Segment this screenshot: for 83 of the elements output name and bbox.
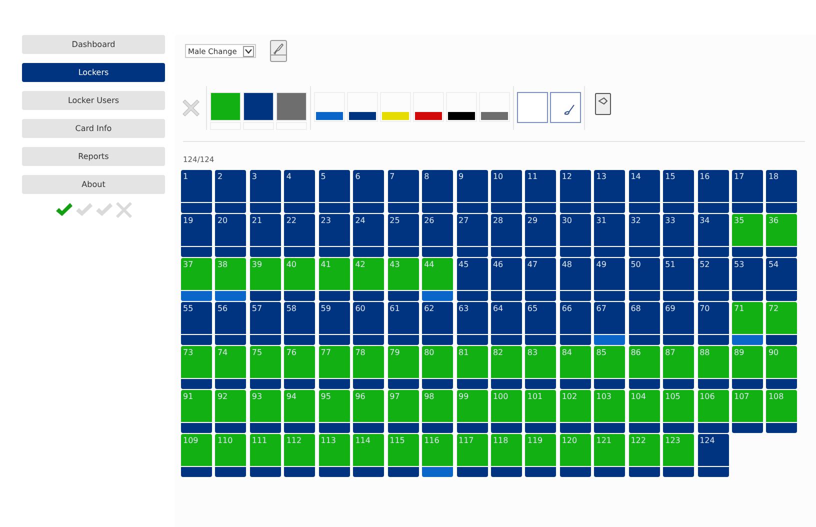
color-swatch[interactable]	[210, 92, 241, 122]
locker-tile[interactable]: 22	[284, 214, 316, 246]
color-swatch[interactable]	[243, 92, 274, 122]
locker-tile[interactable]: 11	[525, 170, 556, 202]
caret-icon	[244, 48, 252, 54]
undo-icon[interactable]	[595, 93, 611, 115]
nav-button[interactable]: Lockers	[22, 63, 165, 82]
tool-box[interactable]	[550, 92, 581, 123]
locker-tile[interactable]: 63	[456, 302, 488, 334]
locker-tile[interactable]: 47	[525, 258, 556, 290]
locker-tile[interactable]: 64	[490, 302, 522, 334]
locker-tile[interactable]: 19	[181, 214, 212, 246]
locker-tile[interactable]: 15	[663, 170, 694, 202]
nav-button[interactable]: Dashboard	[22, 35, 165, 54]
locker-tile[interactable]: 14	[628, 170, 660, 202]
locker-tile[interactable]: 62	[422, 302, 454, 334]
locker-tile[interactable]: 7	[388, 170, 419, 202]
locker-tile[interactable]: 18	[766, 170, 798, 202]
locker-tile[interactable]: 51	[663, 258, 694, 290]
locker-tile[interactable]: 33	[663, 214, 694, 246]
locker-tile[interactable]: 50	[628, 258, 660, 290]
locker-tile[interactable]: 69	[663, 302, 694, 334]
tool-box[interactable]	[517, 92, 548, 123]
locker-tile[interactable]: 49	[594, 258, 626, 290]
locker-tile[interactable]: 8	[422, 170, 454, 202]
color-swatch[interactable]	[448, 112, 475, 120]
nav-button[interactable]: Card Info	[22, 119, 165, 138]
close-icon[interactable]	[182, 99, 200, 117]
locker-tile[interactable]: 68	[628, 302, 660, 334]
locker-tile[interactable]: 9	[456, 170, 488, 202]
locker-tile[interactable]: 46	[490, 258, 522, 290]
locker-tile[interactable]: 55	[181, 302, 212, 334]
locker-tile[interactable]: 27	[456, 214, 488, 246]
locker-tile[interactable]: 31	[594, 214, 626, 246]
locker-tile[interactable]: 34	[698, 214, 729, 246]
locker-tile[interactable]: 25	[388, 214, 419, 246]
color-swatch[interactable]	[349, 112, 376, 120]
locker-tile[interactable]: 4	[284, 170, 316, 202]
locker-tile[interactable]: 45	[456, 258, 488, 290]
locker-tile[interactable]: 6	[353, 170, 384, 202]
locker-tile[interactable]: 26	[422, 214, 454, 246]
locker-tile[interactable]: 67	[594, 302, 626, 334]
nav-button[interactable]: About	[22, 175, 165, 194]
locker-tile[interactable]: 59	[318, 302, 350, 334]
locker-tile[interactable]: 70	[698, 302, 729, 334]
locker-tile[interactable]: 56	[215, 302, 246, 334]
locker-tile[interactable]: 60	[353, 302, 384, 334]
locker-tile[interactable]: 124	[698, 434, 729, 466]
locker-tile[interactable]: 48	[560, 258, 591, 290]
locker-tile[interactable]: 32	[628, 214, 660, 246]
color-swatch[interactable]	[316, 112, 343, 120]
locker-tile[interactable]: 61	[388, 302, 419, 334]
color-swatch[interactable]	[276, 92, 307, 122]
locker-tile[interactable]: 28	[490, 214, 522, 246]
locker-tile[interactable]: 29	[525, 214, 556, 246]
locker-tile[interactable]: 23	[318, 214, 350, 246]
color-swatch[interactable]	[415, 112, 442, 120]
locker-tile[interactable]: 13	[594, 170, 626, 202]
locker-tile[interactable]: 1	[181, 170, 212, 202]
locker-tile[interactable]: 21	[250, 214, 281, 246]
locker-tile[interactable]: 17	[732, 170, 763, 202]
locker-tile[interactable]: 54	[766, 258, 798, 290]
color-swatch[interactable]	[481, 112, 508, 120]
locker-tile[interactable]: 52	[698, 258, 729, 290]
locker-tile[interactable]: 30	[560, 214, 591, 246]
locker-tile[interactable]: 24	[353, 214, 384, 246]
color-swatch[interactable]	[382, 112, 409, 120]
brush-icon	[563, 104, 575, 116]
locker-tile[interactable]: 66	[560, 302, 591, 334]
locker-tile[interactable]: 20	[215, 214, 246, 246]
brush-icon[interactable]	[270, 40, 287, 62]
locker-tile[interactable]: 57	[250, 302, 281, 334]
locker-tile[interactable]: 16	[698, 170, 729, 202]
locker-tile[interactable]: 58	[284, 302, 316, 334]
locker-tile[interactable]: 10	[490, 170, 522, 202]
locker-tile[interactable]: 53	[732, 258, 763, 290]
locker-tile[interactable]: 3	[250, 170, 281, 202]
nav-button[interactable]: Reports	[22, 147, 165, 166]
locker-tile[interactable]: 12	[560, 170, 591, 202]
locker-tile[interactable]: 65	[525, 302, 556, 334]
locker-tile[interactable]: 5	[318, 170, 350, 202]
nav-button[interactable]: Locker Users	[22, 91, 165, 110]
locker-tile[interactable]: 2	[215, 170, 246, 202]
